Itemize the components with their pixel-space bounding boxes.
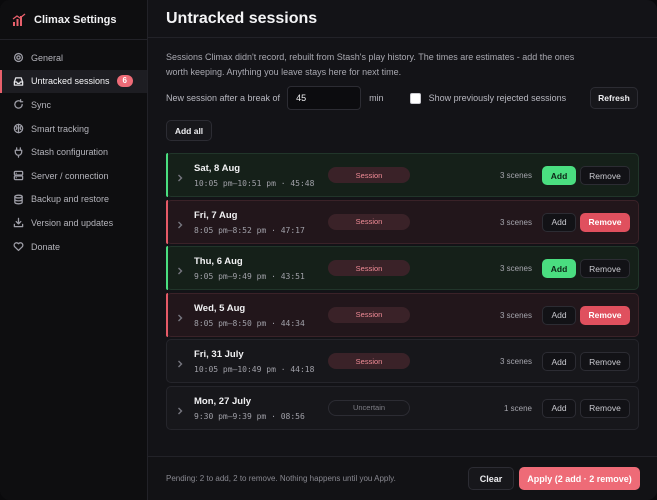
session-time-range: 8:05 pm–8:50 pm · 44:34 <box>194 318 305 328</box>
page-description: Sessions Climax didn't record, rebuilt f… <box>166 52 575 77</box>
add-button[interactable]: Add <box>542 305 576 325</box>
settings-window: Climax Settings General Untracked sessio… <box>0 0 657 500</box>
session-type-tag: Uncertain <box>328 399 410 416</box>
add-button[interactable]: Add <box>542 352 576 372</box>
sidebar-item-label: Stash configuration <box>31 147 109 158</box>
download-icon <box>13 217 24 228</box>
chevron-right-icon[interactable] <box>176 356 184 368</box>
sidebar-item-stash-configuration[interactable]: Stash configuration <box>0 140 147 164</box>
session-date: Mon, 27 July <box>194 395 252 407</box>
session-card[interactable]: Thu, 6 Aug 9:05 pm–9:49 pm · 43:51 Sessi… <box>166 246 639 291</box>
session-card[interactable]: Mon, 27 July 9:30 pm–9:39 pm · 08:56 Unc… <box>166 385 639 430</box>
sidebar-item-smart-tracking[interactable]: Smart tracking <box>0 117 147 141</box>
session-time-range: 10:05 pm–10:49 pm · 44:18 <box>194 365 315 375</box>
break-unit: min <box>369 93 384 103</box>
refresh-button[interactable]: Refresh <box>590 87 638 109</box>
chevron-right-icon[interactable] <box>176 217 184 229</box>
session-time-range: 9:05 pm–9:49 pm · 43:51 <box>194 272 305 282</box>
brand: Climax Settings <box>0 0 147 40</box>
sidebar-item-version-updates[interactable]: Version and updates <box>0 211 147 235</box>
main-panel: Untracked sessions Sessions Climax didn'… <box>148 0 657 500</box>
sidebar-item-label: Smart tracking <box>31 123 90 134</box>
add-all-button[interactable]: Add all <box>166 120 212 141</box>
sidebar-item-label: Version and updates <box>31 217 114 228</box>
clear-button[interactable]: Clear <box>468 467 514 490</box>
add-button[interactable]: Add <box>542 259 576 279</box>
session-time-range: 8:05 pm–8:52 pm · 47:17 <box>194 225 305 235</box>
scene-count: 1 scene <box>503 403 532 413</box>
session-date: Fri, 31 July <box>194 349 244 361</box>
logo-icon <box>12 12 26 26</box>
settings-row: New session after a break of min Show pr… <box>166 86 566 110</box>
apply-button[interactable]: Apply (2 add · 2 remove) <box>519 467 640 490</box>
sidebar-item-label: Sync <box>31 99 52 110</box>
session-type-tag: Session <box>328 260 410 277</box>
sidebar-nav: General Untracked sessions 6 Sync Smart … <box>0 40 147 258</box>
sidebar-item-untracked-sessions[interactable]: Untracked sessions 6 <box>0 69 147 94</box>
break-label: New session after a break of <box>166 93 281 103</box>
page-header: Untracked sessions <box>148 0 657 38</box>
break-minutes-input[interactable] <box>287 86 362 110</box>
app-title: Climax Settings <box>34 13 117 26</box>
sync-icon <box>13 99 24 110</box>
session-type-tag: Session <box>328 306 410 323</box>
session-card[interactable]: Sat, 8 Aug 10:05 pm–10:51 pm · 45:48 Ses… <box>166 153 639 197</box>
remove-button[interactable]: Remove <box>580 212 630 232</box>
show-rejected-checkbox[interactable] <box>409 92 421 104</box>
scene-count: 3 scenes <box>499 264 532 274</box>
remove-button[interactable]: Remove <box>580 305 630 325</box>
count-badge: 6 <box>116 75 133 88</box>
chevron-right-icon[interactable] <box>176 403 184 415</box>
session-date: Sat, 8 Aug <box>194 163 241 174</box>
session-list: Sat, 8 Aug 10:05 pm–10:51 pm · 45:48 Ses… <box>166 153 639 433</box>
show-rejected-label: Show previously rejected sessions <box>428 93 567 103</box>
sidebar-item-sync[interactable]: Sync <box>0 93 147 117</box>
sidebar-item-label: General <box>31 52 64 63</box>
chevron-right-icon[interactable] <box>176 310 184 322</box>
scene-count: 3 scenes <box>499 357 532 367</box>
sidebar-item-general[interactable]: General <box>0 46 147 70</box>
chevron-right-icon[interactable] <box>176 170 184 182</box>
server-icon <box>13 170 24 181</box>
session-type-tag: Session <box>328 353 410 370</box>
session-time-range: 9:30 pm–9:39 pm · 08:56 <box>194 411 305 421</box>
inbox-icon <box>13 76 24 87</box>
scene-count: 3 scenes <box>499 217 532 227</box>
add-button[interactable]: Add <box>542 166 576 185</box>
heart-icon <box>13 241 24 252</box>
scene-count: 3 scenes <box>499 171 532 180</box>
session-card[interactable]: Fri, 7 Aug 8:05 pm–8:52 pm · 47:17 Sessi… <box>166 199 639 244</box>
sidebar-item-label: Server / connection <box>31 170 109 181</box>
remove-button[interactable]: Remove <box>580 166 630 185</box>
add-button[interactable]: Add <box>542 212 576 232</box>
page-title: Untracked sessions <box>166 9 318 27</box>
plug-icon <box>13 146 24 158</box>
remove-button[interactable]: Remove <box>580 398 630 418</box>
chevron-right-icon[interactable] <box>176 263 184 275</box>
add-button[interactable]: Add <box>542 398 576 418</box>
session-date: Wed, 5 Aug <box>194 302 246 314</box>
remove-button[interactable]: Remove <box>580 352 630 372</box>
sidebar-item-donate[interactable]: Donate <box>0 235 147 259</box>
session-date: Fri, 7 Aug <box>194 209 238 221</box>
sidebar-item-server-connection[interactable]: Server / connection <box>0 164 147 188</box>
session-card[interactable]: Fri, 31 July 10:05 pm–10:49 pm · 44:18 S… <box>166 339 639 384</box>
gear-icon <box>13 52 24 63</box>
session-card[interactable]: Wed, 5 Aug 8:05 pm–8:50 pm · 44:34 Sessi… <box>166 292 639 337</box>
session-type-tag: Session <box>328 167 410 183</box>
sidebar-item-label: Untracked sessions <box>31 76 110 87</box>
pending-summary: Pending: 2 to add, 2 to remove. Nothing … <box>166 474 396 483</box>
sidebar-item-label: Donate <box>31 241 61 252</box>
database-icon <box>13 194 24 205</box>
footer-bar: Pending: 2 to add, 2 to remove. Nothing … <box>148 456 657 500</box>
session-type-tag: Session <box>328 213 410 230</box>
remove-button[interactable]: Remove <box>580 259 630 279</box>
sidebar-item-backup-restore[interactable]: Backup and restore <box>0 188 147 212</box>
scene-count: 3 scenes <box>499 310 532 320</box>
session-time-range: 10:05 pm–10:51 pm · 45:48 <box>194 179 315 188</box>
sidebar: Climax Settings General Untracked sessio… <box>0 0 148 500</box>
sidebar-item-label: Backup and restore <box>31 194 110 205</box>
brain-icon <box>13 123 24 134</box>
session-date: Thu, 6 Aug <box>194 256 243 268</box>
